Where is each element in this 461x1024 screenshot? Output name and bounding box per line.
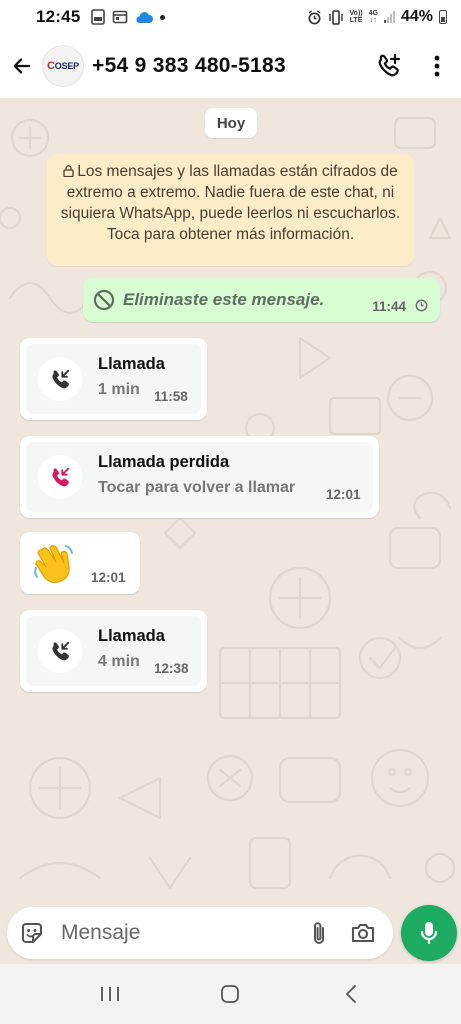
system-icons: Vo)) LTE 4G ↓↑ 44% xyxy=(307,8,447,26)
recent-apps-button[interactable] xyxy=(80,970,140,1018)
call-title: Llamada xyxy=(98,627,165,645)
more-vert-icon xyxy=(434,55,440,77)
voice-message-button[interactable] xyxy=(401,905,457,961)
message-time: 12:01 xyxy=(326,487,361,502)
call-duration: 4 min xyxy=(98,653,140,670)
alarm-icon xyxy=(307,9,321,24)
lock-icon xyxy=(63,165,74,177)
status-time: 12:45 xyxy=(36,7,81,26)
add-call-button[interactable] xyxy=(365,42,413,90)
call-icon-wrap xyxy=(38,629,82,673)
encryption-notice-text: Los mensajes y las llamadas están cifrad… xyxy=(60,163,401,243)
message-time: 11:44 xyxy=(372,299,406,314)
network-4g-label: 4G xyxy=(368,10,378,17)
incoming-call-icon xyxy=(52,641,70,661)
sticker-icon xyxy=(21,922,43,944)
missed-call-bubble[interactable]: Llamada perdida Tocar para volver a llam… xyxy=(20,436,379,518)
back-arrow-icon xyxy=(13,58,31,74)
network-type-indicator: 4G ↓↑ xyxy=(369,10,378,24)
call-card: Llamada 1 min 11:58 xyxy=(26,344,201,414)
notification-icons xyxy=(90,9,166,25)
home-button[interactable] xyxy=(200,970,260,1018)
contact-avatar[interactable]: COSEP xyxy=(42,45,84,87)
volte-label: Vo)) xyxy=(349,10,363,17)
incoming-call-icon xyxy=(52,369,70,389)
add-call-icon xyxy=(378,53,401,77)
back-button[interactable] xyxy=(2,42,42,90)
microphone-icon xyxy=(420,922,438,945)
gallery-notification-icon xyxy=(113,10,128,24)
lte-label: LTE xyxy=(349,17,363,24)
vibrate-icon xyxy=(328,9,343,25)
call-card: Llamada perdida Tocar para volver a llam… xyxy=(26,442,373,512)
battery-percent: 44% xyxy=(400,8,433,25)
attach-button[interactable] xyxy=(299,910,339,956)
chat-header: COSEP +54 9 383 480-5183 xyxy=(0,34,461,98)
cloud-notification-icon xyxy=(136,12,154,23)
battery-icon xyxy=(439,10,447,24)
message-input[interactable]: Mensaje xyxy=(61,921,140,945)
avatar-logo-text: COSEP xyxy=(47,60,79,72)
missed-call-icon xyxy=(52,467,70,487)
chat-area[interactable]: Hoy Los mensajes y las llamadas están ci… xyxy=(0,98,461,904)
block-icon xyxy=(93,289,115,311)
camera-icon xyxy=(351,923,375,943)
waving-hand-emoji xyxy=(34,545,73,584)
message-input-pill: Mensaje xyxy=(7,907,393,959)
more-notifications-dot xyxy=(160,14,166,20)
volte-indicator: Vo)) LTE xyxy=(350,10,363,24)
system-nav-bar xyxy=(0,964,461,1024)
call-subtitle: Tocar para volver a llamar xyxy=(98,479,296,496)
status-bar: 12:45 Vo)) LTE 4G ↓↑ 44% xyxy=(0,0,461,34)
call-card: Llamada 4 min 12:38 xyxy=(26,616,201,686)
pdf-notification-icon xyxy=(91,9,106,25)
call-bubble[interactable]: Llamada 4 min 12:38 xyxy=(20,610,207,692)
emoji-message-bubble[interactable]: 12:01 xyxy=(20,532,140,594)
back-nav-button[interactable] xyxy=(321,970,381,1018)
data-arrows-icon: ↓↑ xyxy=(369,17,377,24)
composer-bar: Mensaje xyxy=(0,904,461,964)
message-time: 12:01 xyxy=(91,570,126,585)
pending-clock-icon xyxy=(415,299,428,312)
signal-icon xyxy=(383,11,395,23)
call-icon-wrap xyxy=(38,357,82,401)
call-icon-wrap xyxy=(38,455,82,499)
home-icon xyxy=(221,985,240,1003)
more-options-button[interactable] xyxy=(413,42,461,90)
sticker-button[interactable] xyxy=(9,910,55,956)
message-time: 12:38 xyxy=(154,661,189,676)
encryption-notice[interactable]: Los mensajes y las llamadas están cifrad… xyxy=(47,154,414,266)
contact-name[interactable]: +54 9 383 480-5183 xyxy=(92,54,286,78)
date-chip: Hoy xyxy=(205,108,257,138)
call-title: Llamada xyxy=(98,355,165,373)
paperclip-icon xyxy=(314,922,324,944)
call-bubble[interactable]: Llamada 1 min 11:58 xyxy=(20,338,207,420)
deleted-message-text: Eliminaste este mensaje. xyxy=(123,290,325,309)
recents-icon xyxy=(101,987,120,1001)
call-title: Llamada perdida xyxy=(98,453,230,471)
chevron-left-icon xyxy=(345,985,356,1003)
camera-button[interactable] xyxy=(339,910,387,956)
message-time: 11:58 xyxy=(154,389,188,404)
call-duration: 1 min xyxy=(98,381,140,398)
header-actions xyxy=(365,42,461,90)
deleted-message-bubble[interactable]: Eliminaste este mensaje. 11:44 xyxy=(83,278,440,322)
